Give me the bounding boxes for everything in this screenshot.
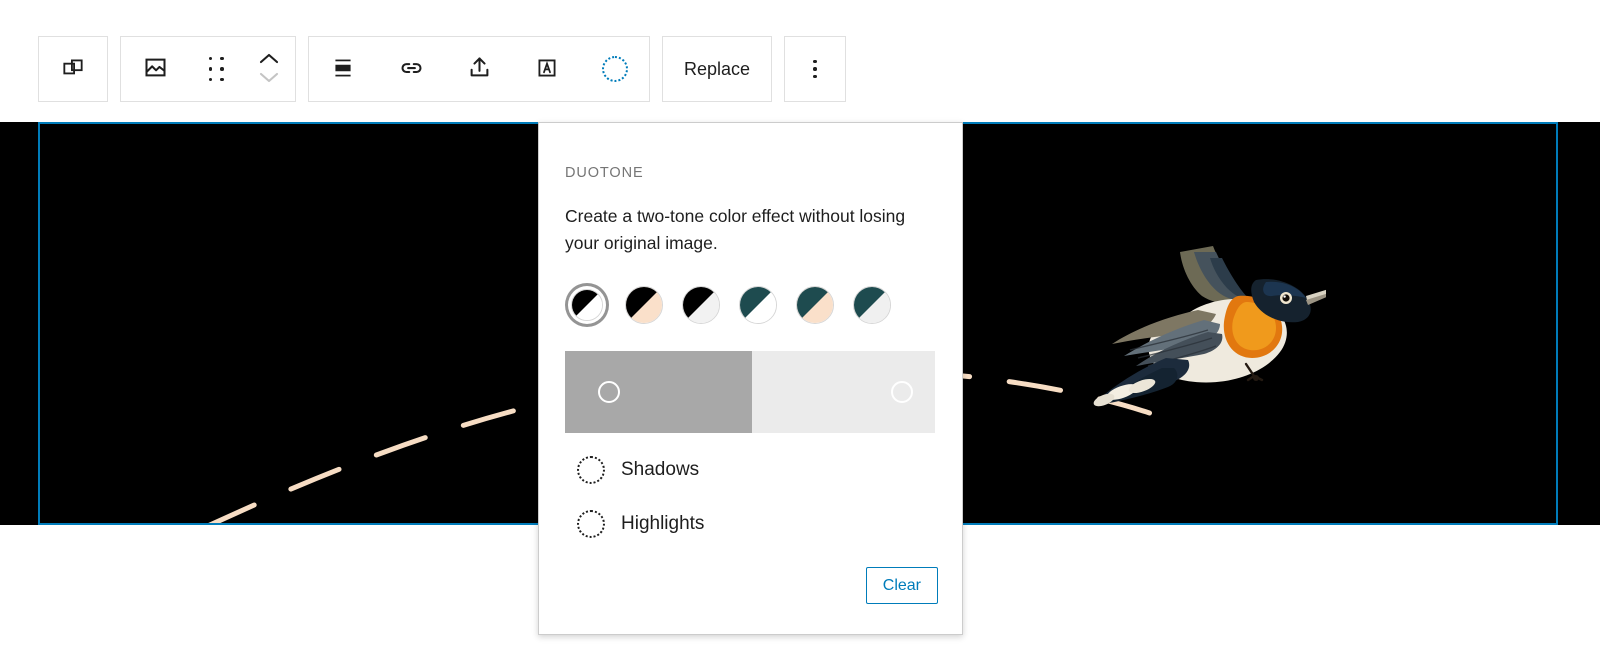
toolbar-group-formatting <box>308 36 650 102</box>
replace-button[interactable]: Replace <box>663 37 771 101</box>
duotone-preset-swatch <box>853 286 891 325</box>
duotone-preset-swatch <box>682 286 720 325</box>
bird-illustration <box>1093 246 1326 407</box>
drag-handle-icon <box>208 56 224 82</box>
image-block-icon <box>142 54 169 84</box>
drag-handle-button[interactable] <box>189 37 243 101</box>
clear-button[interactable]: Clear <box>865 566 938 604</box>
shadows-label: Shadows <box>621 459 700 481</box>
align-button[interactable] <box>309 37 377 101</box>
upload-icon <box>466 54 493 84</box>
duotone-preset-swatch <box>739 286 777 325</box>
toolbar-group-parent-block <box>38 36 108 102</box>
duotone-preset-list <box>565 283 938 327</box>
more-options-icon <box>813 59 817 79</box>
toolbar-group-replace: Replace <box>662 36 772 102</box>
duotone-panel-title: DUOTONE <box>565 165 644 181</box>
duotone-filter-icon <box>602 56 628 82</box>
move-block-button[interactable] <box>243 37 295 101</box>
duotone-preset-black-peach[interactable] <box>622 283 666 327</box>
chevron-down-icon <box>257 71 281 87</box>
duotone-popover: DUOTONE Create a two-tone color effect w… <box>538 122 963 635</box>
duotone-shadows-row[interactable]: Shadows <box>577 443 938 497</box>
duotone-preset-teal-peach[interactable] <box>793 283 837 327</box>
duotone-preset-swatch <box>571 289 603 322</box>
duotone-preset-black-white-smoke[interactable] <box>679 283 723 327</box>
slider-shadow-knob[interactable] <box>598 381 621 404</box>
editor-canvas: Replace DUOTONE Create a two-tone color … <box>0 0 1600 670</box>
add-text-over-image-icon <box>534 55 560 84</box>
duotone-panel-description: Create a two-tone color effect without l… <box>565 206 906 254</box>
duotone-preset-swatch <box>796 286 834 325</box>
toolbar-group-block-type <box>120 36 296 102</box>
duotone-highlights-row[interactable]: Highlights <box>577 497 938 551</box>
duotone-preset-teal-white-smoke[interactable] <box>850 283 894 327</box>
duotone-preset-swatch <box>625 286 663 325</box>
duotone-range-slider[interactable] <box>565 351 935 434</box>
duotone-footer: Clear <box>865 566 938 604</box>
highlights-label: Highlights <box>621 513 705 535</box>
shadows-color-icon <box>577 456 605 485</box>
duotone-filter-button[interactable] <box>581 37 649 101</box>
select-parent-block-icon <box>60 55 86 84</box>
duotone-preset-grayscale[interactable] <box>565 283 609 327</box>
slider-highlight-knob[interactable] <box>890 381 913 404</box>
upload-button[interactable] <box>445 37 513 101</box>
toolbar-group-more <box>784 36 846 102</box>
add-text-over-image-button[interactable] <box>513 37 581 101</box>
block-toolbar: Replace <box>38 36 846 102</box>
image-block-type-button[interactable] <box>121 37 189 101</box>
link-button[interactable] <box>377 37 445 101</box>
chevron-up-icon <box>257 52 281 68</box>
select-parent-block-button[interactable] <box>39 37 107 101</box>
align-icon <box>330 55 356 84</box>
highlights-color-icon <box>577 510 605 539</box>
slider-shadow-track <box>565 351 752 434</box>
link-icon <box>398 54 425 84</box>
more-options-button[interactable] <box>785 37 845 101</box>
duotone-preset-teal-white[interactable] <box>736 283 780 327</box>
